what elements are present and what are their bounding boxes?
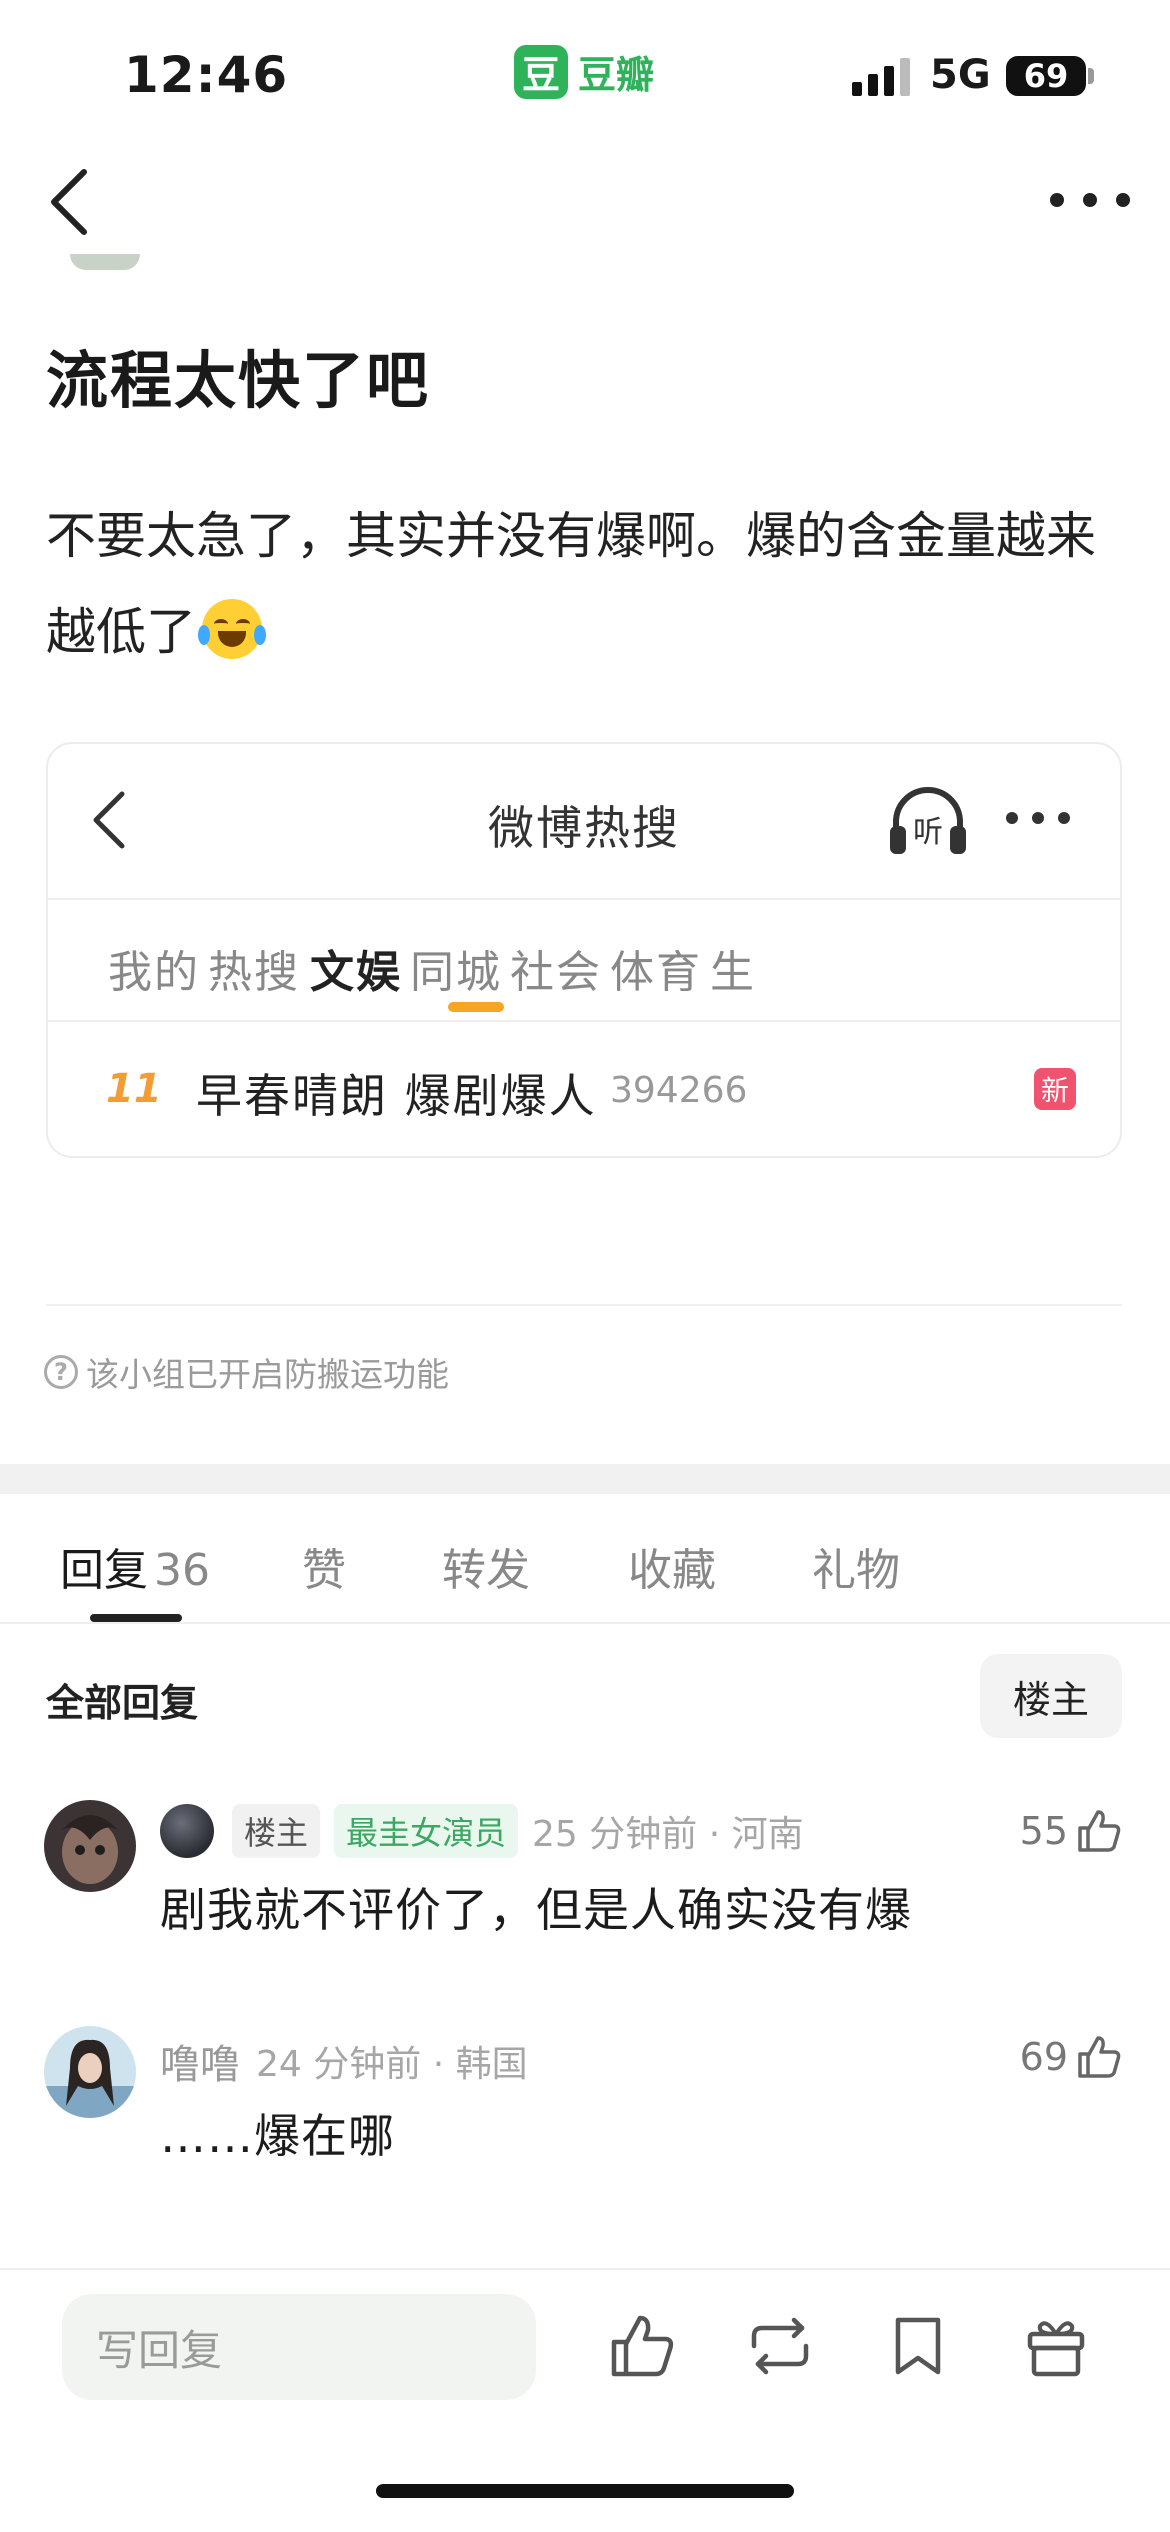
gift-button[interactable]: [1020, 2310, 1092, 2382]
tab-replies-count: 36: [154, 1545, 210, 1596]
tab-favorites[interactable]: 收藏: [628, 1534, 716, 1598]
card-more-icon: [1006, 808, 1070, 828]
status-bar: 12:46 豆 豆瓣 5G 69: [0, 0, 1170, 150]
question-circle-icon: ?: [44, 1355, 78, 1389]
home-indicator: [376, 2484, 794, 2498]
headphones-icon: 听: [886, 782, 970, 858]
more-button[interactable]: [1050, 180, 1130, 220]
tab-sports: 体育: [610, 947, 702, 998]
repost-button[interactable]: [744, 2310, 816, 2382]
hot-rank: 11: [106, 1066, 162, 1112]
commenter-avatar[interactable]: [44, 2026, 136, 2118]
card-header: 微博热搜 听: [48, 744, 1120, 900]
thumbs-up-icon: [1078, 1810, 1121, 1852]
network-type: 5G: [930, 52, 991, 98]
reply-input[interactable]: 写回复: [62, 2294, 536, 2400]
tab-gifts[interactable]: 礼物: [812, 1534, 900, 1598]
tab-society: 社会: [510, 947, 602, 998]
post-title: 流程太快了吧: [46, 344, 431, 417]
comment-item: 噜噜 24 分钟前 · 韩国 ……爆在哪 69: [0, 2026, 1170, 2186]
comment-time: 25 分钟前 · 河南: [532, 1814, 804, 1855]
tab-entertainment: 文娱: [310, 947, 402, 998]
comment-username[interactable]: 噜噜: [160, 2032, 240, 2090]
fan-title-tag: 最圭女演员: [334, 1804, 519, 1858]
active-tab-underline: [448, 1002, 504, 1012]
hot-search-row: 11 早春晴朗 爆剧爆人 394266 新: [48, 1022, 1120, 1156]
app-indicator: 豆 豆瓣: [514, 44, 654, 99]
battery-nub: [1088, 68, 1094, 84]
comment-meta: 噜噜 24 分钟前 · 韩国: [160, 2032, 528, 2090]
comment-time: 24 分钟前 · 韩国: [256, 2044, 528, 2085]
douban-logo-icon: 豆: [514, 44, 568, 99]
tab-replies[interactable]: 回复 36: [60, 1534, 210, 1598]
divider: [46, 1304, 1122, 1306]
all-replies-label: 全部回复: [46, 1681, 199, 1725]
comment-text: ……爆在哪: [160, 2109, 395, 2163]
tab-life-partial: 生: [710, 947, 756, 998]
op-only-button[interactable]: 楼主: [980, 1654, 1122, 1738]
tab-likes[interactable]: 赞: [302, 1534, 346, 1598]
tab-local: 同城: [410, 947, 502, 998]
back-button[interactable]: [40, 166, 100, 238]
comment-meta: 楼主 最圭女演员 25 分钟前 · 河南: [160, 1804, 804, 1858]
weibo-tabs: 我的 热搜 文娱 同城 社会 体育 生: [48, 900, 1120, 1022]
more-dot: [1116, 193, 1130, 207]
like-count: 69: [1019, 2035, 1068, 2079]
comment-like-button[interactable]: 69: [1020, 2032, 1124, 2082]
op-tag: 楼主: [232, 1804, 321, 1858]
hot-count: 394266: [610, 1070, 748, 1111]
section-separator: [0, 1464, 1170, 1494]
reply-tabs: 回复 36 赞 转发 收藏 礼物: [0, 1494, 1170, 1624]
new-badge: 新: [1034, 1068, 1076, 1110]
reply-tab-underline: [90, 1614, 182, 1622]
signal-icon: [852, 58, 910, 96]
comment-item: 楼主 最圭女演员 25 分钟前 · 河南 剧我就不评价了，但是人确实没有爆 55: [0, 1800, 1170, 1960]
like-post-button[interactable]: [606, 2310, 678, 2382]
anti-repost-notice: ? 该小组已开启防搬运功能: [44, 1348, 449, 1396]
notice-text: 该小组已开启防搬运功能: [86, 1355, 449, 1394]
more-dot: [1083, 193, 1097, 207]
tab-mine: 我的: [108, 947, 200, 998]
tab-reposts[interactable]: 转发: [442, 1534, 530, 1598]
comment-text: 剧我就不评价了，但是人确实没有爆: [160, 1883, 912, 1937]
gift-icon: [1027, 2321, 1085, 2377]
nav-bar: [0, 150, 1170, 260]
tab-replies-label: 回复: [60, 1545, 148, 1596]
like-count: 55: [1019, 1809, 1068, 1853]
post-body: 不要太急了，其实并没有爆啊。爆的含金量越来越低了: [46, 488, 1136, 680]
commenter-avatar[interactable]: [44, 1800, 136, 1892]
bookmark-button[interactable]: [882, 2310, 954, 2382]
comment-like-button[interactable]: 55: [1020, 1806, 1124, 1856]
bookmark-icon: [895, 2317, 941, 2375]
tab-hot: 热搜: [208, 947, 300, 998]
reply-filter-row: 全部回复 楼主: [0, 1650, 1170, 1740]
bottom-action-bar: 写回复: [0, 2268, 1170, 2532]
moon-avatar-icon: [160, 1804, 214, 1858]
joy-emoji-icon: [198, 599, 266, 659]
app-name: 豆瓣: [578, 53, 655, 97]
thumbs-up-icon: [611, 2315, 674, 2377]
status-time: 12:46: [124, 46, 289, 104]
more-dot: [1050, 193, 1064, 207]
battery-icon: 69: [1006, 56, 1086, 96]
author-avatar-partial[interactable]: [70, 254, 140, 270]
repost-icon: [751, 2317, 809, 2375]
listen-label: 听: [913, 815, 943, 850]
thumbs-up-icon: [1078, 2036, 1121, 2078]
chevron-left-icon: [51, 169, 87, 235]
weibo-hot-search-card[interactable]: 微博热搜 听 我的 热搜 文娱 同城 社会 体育 生 11 早春晴朗 爆剧爆人 …: [46, 742, 1122, 1158]
hot-topic: 早春晴朗 爆剧爆人: [196, 1069, 597, 1123]
